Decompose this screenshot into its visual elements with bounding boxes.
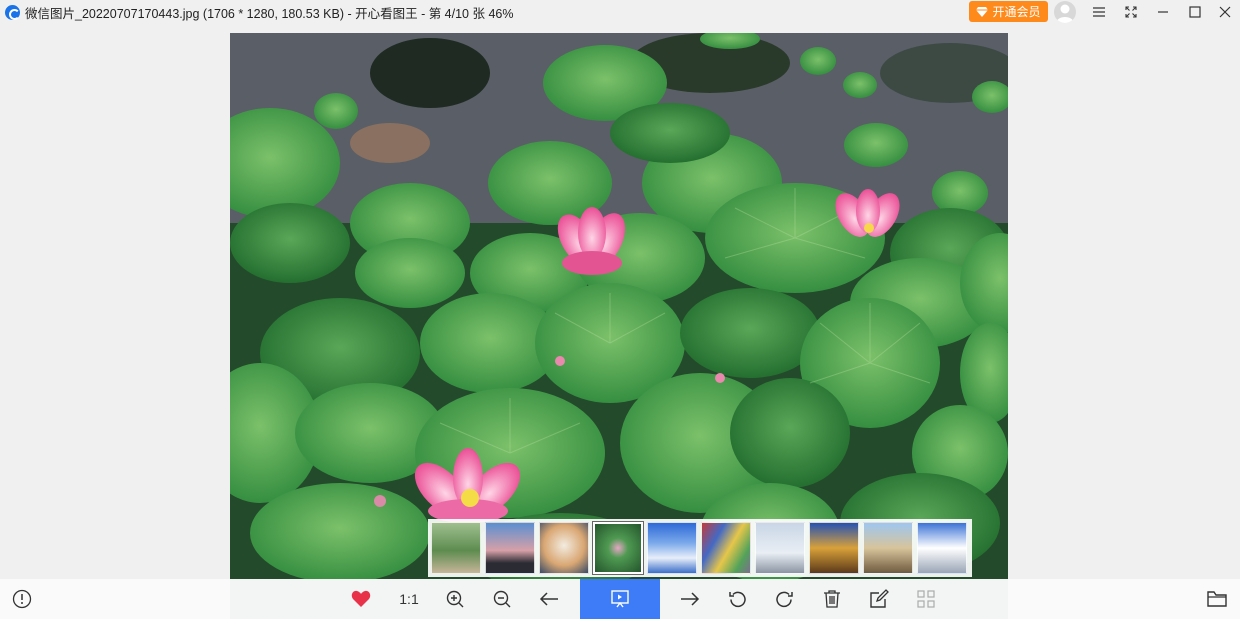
lotus-pond-image	[230, 33, 1008, 579]
menu-icon	[1093, 7, 1105, 17]
trash-icon	[824, 590, 840, 608]
rotate-right-icon	[776, 591, 793, 608]
fullscreen-icon	[1125, 6, 1137, 18]
vip-label: 开通会员	[992, 5, 1041, 19]
thumbnail[interactable]	[539, 522, 589, 574]
previous-button[interactable]	[537, 579, 561, 619]
edit-icon	[870, 589, 889, 608]
menu-button[interactable]	[1089, 2, 1109, 22]
maximize-button[interactable]	[1185, 2, 1205, 22]
app-logo-icon	[5, 4, 20, 20]
zoom-in-icon	[446, 590, 464, 608]
maximize-icon	[1189, 6, 1201, 18]
minimize-icon	[1158, 11, 1168, 13]
open-folder-button[interactable]	[1205, 579, 1229, 619]
thumbnail[interactable]	[755, 522, 805, 574]
thumbnail[interactable]	[485, 522, 535, 574]
zoom-out-icon	[493, 590, 511, 608]
heart-icon	[351, 590, 371, 607]
window-title: 微信图片_20220707170443.jpg (1706 * 1280, 18…	[25, 6, 514, 21]
arrow-left-icon	[539, 592, 558, 606]
next-button[interactable]	[678, 579, 702, 619]
edit-button[interactable]	[867, 579, 891, 619]
thumbnail[interactable]	[809, 522, 859, 574]
thumbnail[interactable]	[917, 522, 967, 574]
thumbnail[interactable]	[431, 522, 481, 574]
thumbnail[interactable]	[863, 522, 913, 574]
thumbnail[interactable]	[701, 522, 751, 574]
slideshow-icon	[611, 590, 629, 608]
actual-size-label: 1:1	[399, 591, 419, 607]
close-icon	[1219, 6, 1231, 18]
arrow-right-icon	[681, 592, 700, 606]
rotate-left-button[interactable]	[726, 579, 750, 619]
bottom-toolbar: 1:1	[0, 579, 1240, 619]
actual-size-button[interactable]: 1:1	[392, 579, 426, 619]
avatar[interactable]	[1054, 1, 1076, 23]
info-icon	[12, 589, 32, 609]
zoom-in-button[interactable]	[443, 579, 467, 619]
user-icon	[1056, 4, 1074, 23]
thumbnail-active[interactable]	[592, 521, 644, 575]
info-button[interactable]	[10, 579, 34, 619]
minimize-button[interactable]	[1153, 2, 1173, 22]
slideshow-button[interactable]	[580, 579, 660, 619]
folder-icon	[1207, 591, 1227, 607]
vip-button[interactable]: 开通会员	[969, 1, 1048, 22]
favorite-button[interactable]	[349, 579, 373, 619]
close-button[interactable]	[1215, 2, 1235, 22]
grid-view-button[interactable]	[914, 579, 938, 619]
fullscreen-button[interactable]	[1121, 2, 1141, 22]
rotate-left-icon	[729, 591, 746, 608]
thumbnail[interactable]	[647, 522, 697, 574]
zoom-out-button[interactable]	[490, 579, 514, 619]
thumbnail-strip	[428, 519, 972, 577]
rotate-right-button[interactable]	[772, 579, 796, 619]
delete-button[interactable]	[820, 579, 844, 619]
image-viewer[interactable]	[230, 33, 1008, 579]
diamond-icon	[976, 6, 989, 18]
grid-icon	[917, 590, 935, 608]
